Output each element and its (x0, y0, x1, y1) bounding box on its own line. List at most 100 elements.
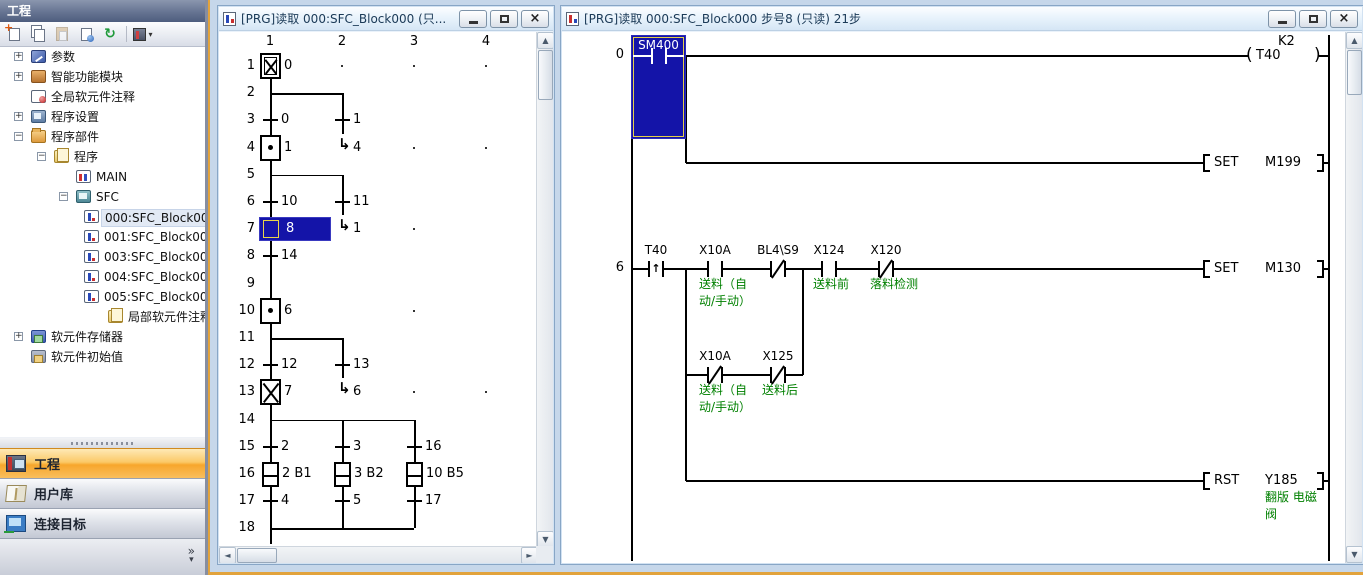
sfc-transition[interactable] (263, 119, 278, 121)
expand-plus-icon[interactable]: + (14, 72, 23, 81)
scroll-thumb[interactable] (1347, 50, 1362, 95)
scroll-down-arrow-icon[interactable]: ▼ (1346, 546, 1362, 563)
sfc-block-step[interactable] (406, 462, 423, 487)
ladder-window: [PRG]读取 000:SFC_Block000 步号8 (只读) 21步 × … (560, 5, 1363, 565)
sfc-crossed-step[interactable] (260, 379, 281, 405)
sfc-step-label: 3 B2 (354, 466, 384, 481)
sfc-transition[interactable] (335, 364, 350, 366)
sfc-transition[interactable] (263, 446, 278, 448)
refresh-icon[interactable]: ↻ (100, 24, 120, 44)
close-button[interactable]: × (1330, 10, 1358, 28)
close-icon: × (1339, 12, 1350, 25)
ladder-vertical-scrollbar[interactable]: ▲ ▼ (1345, 32, 1362, 563)
tree-item--[interactable]: −程序 (0, 147, 205, 167)
sfc-init-step[interactable] (260, 53, 281, 79)
sfc-transition[interactable] (407, 500, 422, 502)
scroll-left-arrow-icon[interactable]: ◄ (219, 547, 236, 563)
nav-button-user-library[interactable]: 用户库 (0, 478, 205, 508)
sfc-transition[interactable] (335, 500, 350, 502)
restore-button[interactable] (490, 10, 518, 28)
expand-plus-icon[interactable]: + (14, 52, 23, 61)
tree-item--[interactable]: +智能功能模块 (0, 67, 205, 87)
sfc-transition[interactable] (263, 500, 278, 502)
minimize-button[interactable] (459, 10, 487, 28)
instruction-opcode[interactable]: SET (1214, 155, 1238, 170)
restore-icon (500, 15, 509, 23)
sfc-transition[interactable] (335, 446, 350, 448)
tree-item-main[interactable]: MAIN (0, 167, 205, 187)
ladder-window-title: [PRG]读取 000:SFC_Block000 步号8 (只读) 21步 (584, 10, 1263, 27)
copy-icon[interactable] (28, 24, 48, 44)
refresh-glyph: ↻ (104, 26, 116, 42)
scroll-thumb[interactable] (237, 548, 277, 563)
instruction-operand[interactable]: Y185 (1265, 473, 1298, 488)
tree-item-003-sfc_block003[interactable]: 003:SFC_Block003 (0, 247, 205, 267)
tree-item--[interactable]: +程序设置 (0, 107, 205, 127)
sfc-transition-label: 0 (281, 112, 289, 127)
close-button[interactable]: × (521, 10, 549, 28)
collapse-minus-icon[interactable]: − (59, 192, 68, 201)
sfc-transition[interactable] (263, 201, 278, 203)
sfc-selected-step[interactable]: 8 (259, 217, 331, 241)
tree-item--[interactable]: 软元件初始值 (0, 347, 205, 367)
device-label: X125 (746, 349, 810, 363)
tree-item--[interactable]: 全局软元件注释 (0, 87, 205, 107)
tree-item-001-sfc_block001[interactable]: 001:SFC_Block001 (0, 227, 205, 247)
sfc-dot-step[interactable] (260, 298, 281, 324)
project-panel-header[interactable]: 工程 (0, 0, 205, 22)
tree-item-004-sfc_block004[interactable]: 004:SFC_Block004 (0, 267, 205, 287)
sfc-grid-dot (413, 228, 415, 230)
coil-device[interactable]: T40 (1256, 48, 1280, 63)
collapse-minus-icon[interactable]: − (37, 152, 46, 161)
sfc-jump-arrow-icon[interactable]: ↳ (338, 218, 351, 232)
sfc-transition[interactable] (263, 364, 278, 366)
tree-item--[interactable]: 局部软元件注释 (0, 307, 205, 327)
tree-item-000-sfc_block000[interactable]: 000:SFC_Block000 (0, 207, 205, 227)
nav-button-project[interactable]: 工程 (0, 448, 205, 478)
expand-plus-icon[interactable]: + (14, 332, 23, 341)
sfc-step-label: 6 (284, 303, 292, 318)
sfc-step-label: 10 B5 (426, 466, 464, 481)
sfc-document-icon (223, 12, 236, 26)
tree-item--[interactable]: +参数 (0, 47, 205, 67)
sfc-transition-label: 13 (353, 357, 370, 372)
sfc-window-titlebar[interactable]: [PRG]读取 000:SFC_Block000 (只... × (219, 7, 553, 31)
ladder-window-titlebar[interactable]: [PRG]读取 000:SFC_Block000 步号8 (只读) 21步 × (562, 7, 1362, 31)
module-selector-icon[interactable]: ▾ (133, 24, 153, 44)
sfc-transition[interactable] (335, 119, 350, 121)
instruction-operand[interactable]: M130 (1265, 261, 1301, 276)
sfc-jump-arrow-icon[interactable]: ↳ (338, 137, 351, 151)
collapse-minus-icon[interactable]: − (14, 132, 23, 141)
scroll-up-arrow-icon[interactable]: ▲ (1346, 32, 1362, 49)
sfc-dot-step[interactable] (260, 135, 281, 161)
minimize-button[interactable] (1268, 10, 1296, 28)
panel-splitter[interactable] (0, 438, 205, 448)
collapse-chevrons-icon[interactable]: » ▾ (188, 547, 195, 565)
instruction-opcode[interactable]: RST (1214, 473, 1239, 488)
paste-icon[interactable] (52, 24, 72, 44)
sfc-branch-line (270, 420, 414, 422)
sfc-transition[interactable] (335, 201, 350, 203)
nav-button-connection[interactable]: 连接目标 (0, 508, 205, 538)
sfc-transition[interactable] (263, 255, 278, 257)
restore-button[interactable] (1299, 10, 1327, 28)
scroll-thumb[interactable] (538, 50, 553, 100)
scroll-up-arrow-icon[interactable]: ▲ (537, 32, 553, 49)
tree-item--[interactable]: +软元件存储器 (0, 327, 205, 347)
tree-item-sfc[interactable]: −SFC (0, 187, 205, 207)
document-property-icon[interactable] (76, 24, 96, 44)
instruction-opcode[interactable]: SET (1214, 261, 1238, 276)
global-comment-icon (31, 90, 46, 103)
sfc-vertical-scrollbar[interactable]: ▲ ▼ (536, 32, 553, 548)
sfc-transition[interactable] (407, 446, 422, 448)
sfc-block-step[interactable] (262, 462, 279, 487)
tree-item--[interactable]: −程序部件 (0, 127, 205, 147)
sfc-jump-arrow-icon[interactable]: ↳ (338, 381, 351, 395)
device-comment-line: 翻版 电磁 (1265, 489, 1351, 506)
sfc-horizontal-scrollbar[interactable]: ◄ ► (219, 546, 538, 563)
instruction-operand[interactable]: M199 (1265, 155, 1301, 170)
new-document-icon[interactable]: + (4, 24, 24, 44)
sfc-block-step[interactable] (334, 462, 351, 487)
tree-item-005-sfc_block005[interactable]: 005:SFC_Block005 (0, 287, 205, 307)
expand-plus-icon[interactable]: + (14, 112, 23, 121)
